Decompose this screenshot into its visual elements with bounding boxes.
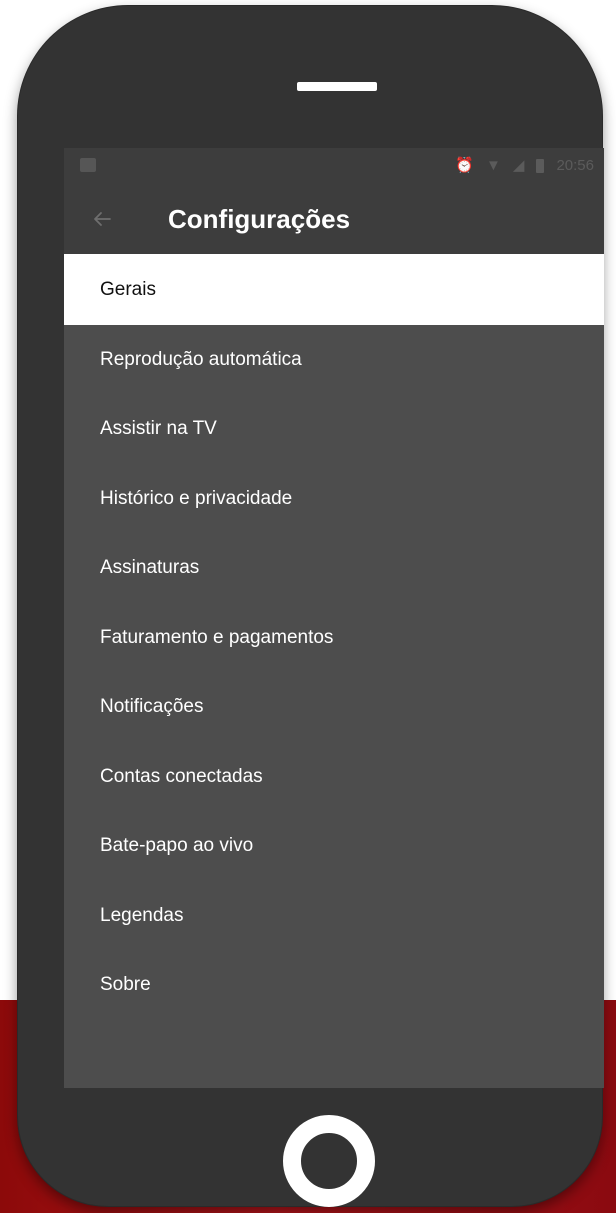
phone-frame: ⏰ ▼ ◢ 20:56 Configurações Gerais Reprodu… [18, 6, 604, 1207]
image-icon [80, 158, 96, 172]
home-button[interactable] [283, 1115, 375, 1207]
app-bar: Configurações [64, 184, 604, 254]
menu-item-bate-papo-ao-vivo[interactable]: Bate-papo ao vivo [64, 812, 604, 882]
phone-screen: ⏰ ▼ ◢ 20:56 Configurações Gerais Reprodu… [64, 148, 604, 1088]
settings-menu: Gerais Reprodução automática Assistir na… [64, 254, 604, 1020]
menu-item-faturamento-e-pagamentos[interactable]: Faturamento e pagamentos [64, 603, 604, 673]
menu-item-sobre[interactable]: Sobre [64, 951, 604, 1021]
menu-item-reproducao-automatica[interactable]: Reprodução automática [64, 325, 604, 395]
phone-speaker [297, 82, 377, 91]
signal-icon: ◢ [512, 157, 525, 174]
menu-item-legendas[interactable]: Legendas [64, 881, 604, 951]
wifi-icon: ▼ [486, 157, 501, 174]
alarm-icon: ⏰ [455, 157, 475, 174]
arrow-left-icon[interactable] [90, 207, 114, 231]
battery-icon [536, 159, 545, 173]
menu-item-notificacoes[interactable]: Notificações [64, 673, 604, 743]
page-title: Configurações [168, 204, 351, 234]
status-right-icons: ⏰ ▼ ◢ 20:56 [455, 156, 594, 176]
menu-item-gerais[interactable]: Gerais [64, 254, 604, 325]
menu-item-historico-e-privacidade[interactable]: Histórico e privacidade [64, 464, 604, 534]
menu-item-assistir-na-tv[interactable]: Assistir na TV [64, 395, 604, 465]
menu-item-assinaturas[interactable]: Assinaturas [64, 534, 604, 604]
status-bar: ⏰ ▼ ◢ 20:56 [64, 148, 604, 184]
menu-item-contas-conectadas[interactable]: Contas conectadas [64, 742, 604, 812]
status-time: 20:56 [556, 157, 594, 174]
